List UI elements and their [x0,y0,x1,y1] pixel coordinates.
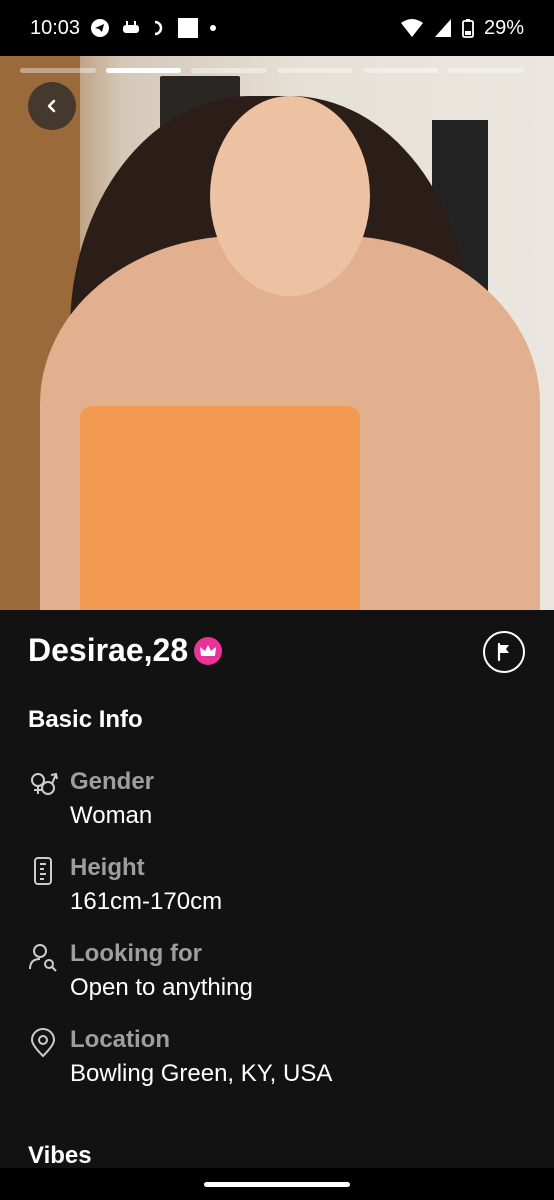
status-right: 29% [400,17,524,40]
telegram-icon [91,19,110,37]
game-controller-icon [123,21,140,33]
info-value: Woman [70,802,153,829]
progress-segment[interactable] [362,68,439,73]
progress-segment[interactable] [20,68,96,73]
info-label: Looking for [70,940,202,967]
info-row-height: Height 161cm-170cm [28,854,222,916]
looking-for-icon [29,944,57,972]
location-pin-icon [30,1028,56,1058]
info-value: 161cm-170cm [70,888,223,915]
photo-face [210,96,370,296]
vibes-title: Vibes [28,1142,92,1169]
wifi-icon [400,19,423,37]
photo-progress-indicator [20,68,525,73]
info-row-gender: Gender Woman [28,768,154,830]
back-button[interactable] [28,82,76,130]
info-row-location: Location Bowling Green, KY, USA [28,1026,332,1088]
chevron-left-icon [47,99,56,113]
info-label: Gender [70,768,155,795]
battery-icon [462,19,474,38]
info-value: Open to anything [70,974,253,1001]
gender-icon [31,772,58,795]
report-button[interactable] [483,631,525,673]
status-left: 10:03 [30,17,218,40]
height-icon [34,857,52,885]
sync-icon [154,20,163,36]
status-time: 10:03 [30,16,81,39]
progress-segment[interactable] [191,68,268,73]
home-gesture-handle[interactable] [204,1182,350,1187]
flag-icon [497,642,509,662]
photo-top [80,406,360,610]
basic-info-title: Basic Info [28,706,143,733]
profile-age: 28 [152,632,189,668]
profile-name: Desirae, [28,632,153,668]
progress-segment[interactable] [448,68,525,73]
notification-square-icon [178,18,199,38]
battery-percent: 29% [483,16,524,39]
system-nav-bar [0,1168,554,1200]
premium-crown-icon [194,636,223,665]
progress-segment-active[interactable] [105,68,182,73]
profile-photo[interactable] [0,56,554,610]
info-label: Height [70,854,145,881]
dot-icon [210,25,217,31]
progress-segment[interactable] [277,68,353,73]
signal-icon [434,19,451,37]
info-value: Bowling Green, KY, USA [70,1060,333,1087]
profile-name-row: Desirae, 28 [28,632,223,669]
info-row-looking-for: Looking for Open to anything [28,940,253,1002]
status-bar: 10:03 29% [0,0,554,56]
info-label: Location [70,1026,170,1053]
